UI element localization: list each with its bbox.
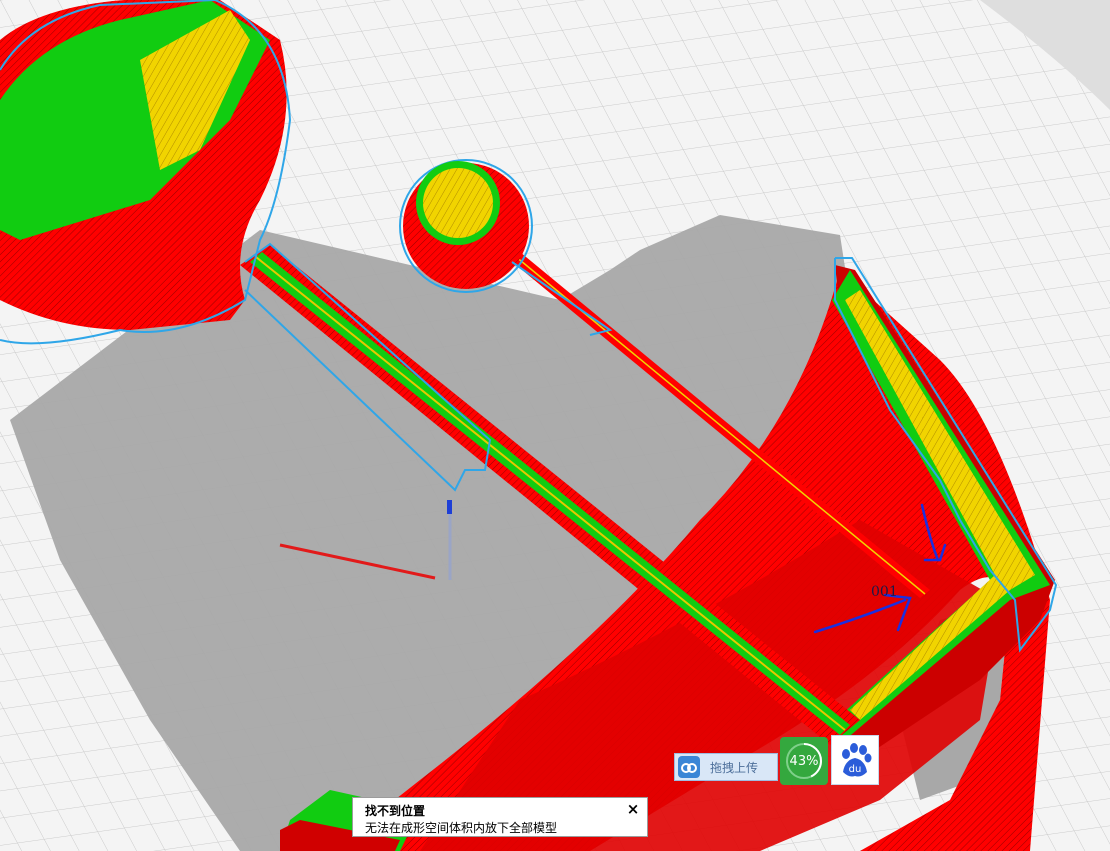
- cloud-upload-icon: [678, 756, 700, 778]
- baidu-paw-icon: du: [842, 743, 872, 777]
- build-plate-scene[interactable]: 001: [0, 0, 1110, 851]
- placement-error-toast: 找不到位置 无法在成形空间体积内放下全部模型 ×: [352, 797, 648, 837]
- toast-title: 找不到位置: [365, 804, 426, 818]
- 3d-build-plate-view[interactable]: 001: [0, 0, 1110, 851]
- drag-upload-button[interactable]: 拖拽上传: [674, 753, 778, 781]
- axis-z-blue: [447, 500, 452, 514]
- drag-upload-label: 拖拽上传: [710, 760, 759, 775]
- progress-percent: 43%: [789, 753, 819, 769]
- close-icon[interactable]: ×: [625, 801, 641, 817]
- baidu-logo-text: du: [849, 764, 862, 775]
- upload-progress-indicator[interactable]: 43%: [780, 737, 828, 785]
- annotation-label: 001: [871, 584, 898, 600]
- toast-message: 无法在成形空间体积内放下全部模型: [365, 821, 558, 835]
- baidu-netdisk-logo[interactable]: du: [831, 735, 879, 785]
- sphere-top-yellow: [423, 168, 493, 238]
